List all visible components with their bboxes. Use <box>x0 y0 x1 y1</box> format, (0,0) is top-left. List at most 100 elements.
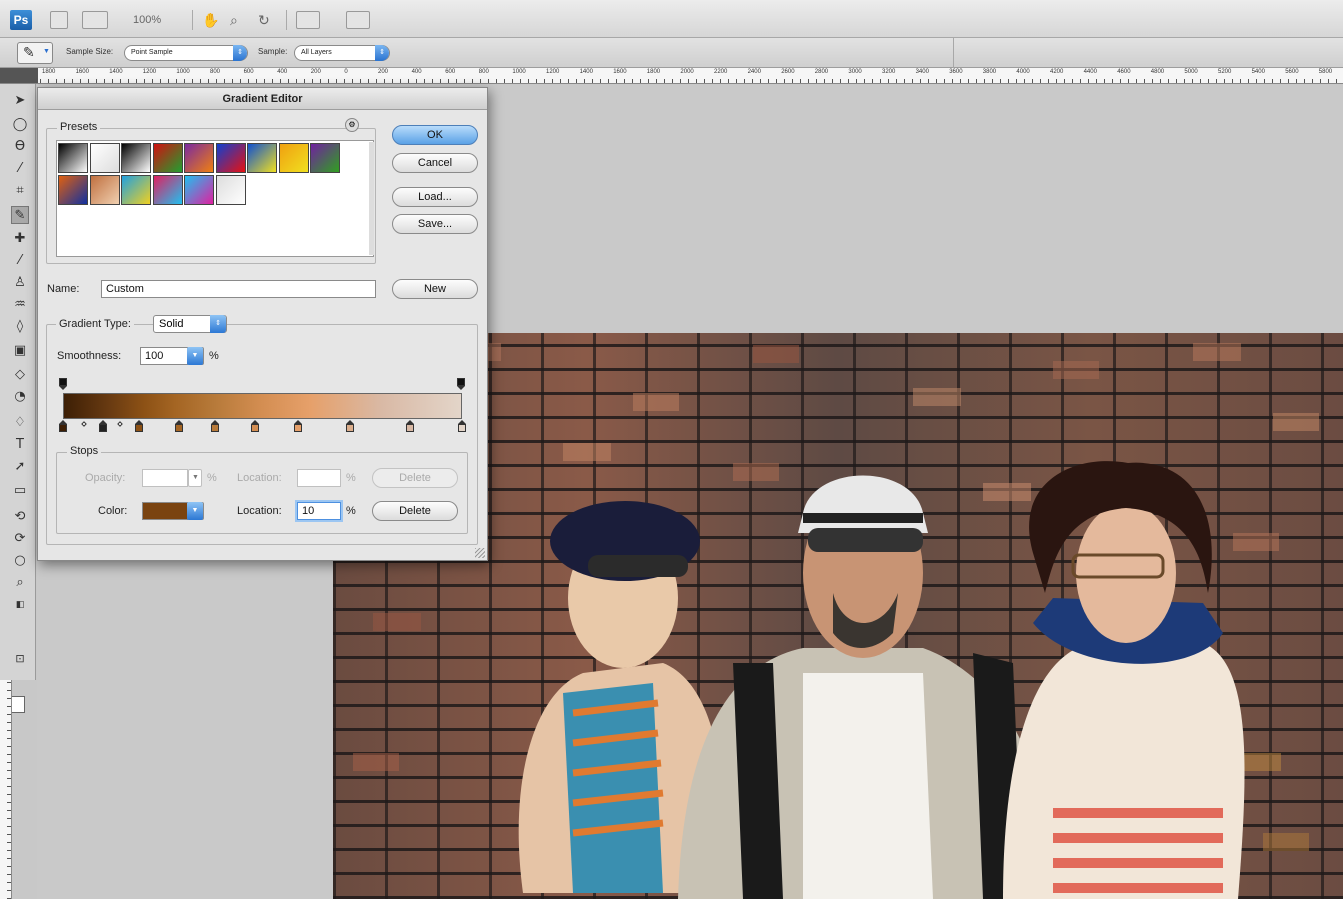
crop-tool-icon[interactable]: ⌗ <box>11 182 29 200</box>
3d-rotate-tool-icon[interactable]: ⟲ <box>11 508 29 526</box>
gradient-preset-swatch[interactable] <box>89 175 120 205</box>
color-stop[interactable] <box>134 420 143 432</box>
smoothness-slider-toggle[interactable]: ▼ <box>187 347 204 365</box>
ruler-tick-label: 400 <box>277 69 288 75</box>
sample-label: Sample: <box>258 47 288 56</box>
ruler-tick-label: 5800 <box>1318 69 1333 75</box>
color-stop[interactable] <box>174 420 183 432</box>
sample-size-select[interactable]: Point Sample ⇕ <box>124 45 248 61</box>
marquee-tool-icon[interactable]: ◯ <box>11 116 29 134</box>
new-button[interactable]: New <box>392 279 478 299</box>
shape-tool-icon[interactable]: ▭ <box>11 482 29 500</box>
gradient-preset-swatch[interactable] <box>278 143 309 173</box>
gradient-preset-swatch[interactable] <box>58 175 88 205</box>
color-stop[interactable] <box>98 420 107 432</box>
color-location-field[interactable]: 10 <box>297 502 341 520</box>
stop-color-swatch[interactable] <box>142 502 188 520</box>
cancel-button[interactable]: Cancel <box>392 153 478 173</box>
delete-opacity-stop-button[interactable]: Delete <box>372 468 458 488</box>
horizontal-ruler[interactable]: 1800 1600 1400 1200 1000 800 600 400 200 0 200 400 6… <box>0 68 1343 84</box>
gradient-preset-swatch[interactable] <box>184 143 214 173</box>
gradient-preset-swatch[interactable] <box>152 143 183 173</box>
path-selection-tool-icon[interactable]: ➚ <box>11 458 29 476</box>
save-button[interactable]: Save... <box>392 214 478 234</box>
eyedropper-tool-preset-picker[interactable]: ✎ ▼ <box>17 42 53 64</box>
eyedropper-tool-icon[interactable]: ✎ <box>11 206 29 224</box>
opacity-slider-toggle[interactable]: ▼ <box>188 469 202 487</box>
gradient-preset-swatch[interactable] <box>58 143 88 173</box>
color-label: Color: <box>98 505 128 517</box>
quick-mask-icon[interactable]: ⊡ <box>11 650 29 668</box>
blur-tool-icon[interactable]: ◇ <box>11 366 29 384</box>
history-brush-tool-icon[interactable]: ♒ <box>11 296 29 314</box>
hand-tool-icon[interactable]: ○ <box>11 552 29 570</box>
zoom-tool-icon[interactable]: ⌕ <box>11 574 29 592</box>
vertical-ruler[interactable] <box>0 680 12 899</box>
smoothness-field[interactable]: 100 <box>140 347 188 365</box>
opacity-location-field[interactable] <box>297 469 341 487</box>
ruler-tick-label: 3200 <box>882 69 896 75</box>
gradient-tool-icon[interactable]: ▣ <box>11 342 29 360</box>
gradient-preset-swatch[interactable] <box>121 175 151 205</box>
gradient-preset-swatch[interactable] <box>310 143 340 173</box>
color-stop[interactable] <box>59 420 67 432</box>
gradient-preset-swatch[interactable] <box>247 143 277 173</box>
arrange-documents-icon[interactable] <box>296 11 320 29</box>
gradient-preset-swatch[interactable] <box>215 175 246 205</box>
color-stop[interactable] <box>250 420 259 432</box>
presets-menu-icon[interactable]: ⚙ <box>345 118 359 132</box>
opacity-stop-left[interactable] <box>59 378 67 390</box>
load-button[interactable]: Load... <box>392 187 478 207</box>
brush-tool-icon[interactable]: ⁄ <box>11 252 29 270</box>
screen-mode-icon[interactable] <box>346 11 370 29</box>
color-stop[interactable] <box>458 420 466 432</box>
color-menu-toggle[interactable]: ▼ <box>187 502 204 520</box>
chevron-down-icon: ⇕ <box>233 45 247 61</box>
color-swatches[interactable] <box>8 696 36 724</box>
sample-size-value: Point Sample <box>131 49 173 56</box>
gradient-type-select[interactable]: Solid ⇕ <box>153 315 227 333</box>
presets-scrollbar[interactable] <box>369 142 374 255</box>
opacity-field[interactable] <box>142 469 188 487</box>
view-extras-icon[interactable] <box>82 11 108 29</box>
color-stop[interactable] <box>346 420 355 432</box>
rotate-view-icon[interactable]: ↻ <box>258 11 270 29</box>
gradient-preview-bar[interactable] <box>63 393 462 419</box>
hand-tool-icon[interactable]: ✋ <box>202 11 219 29</box>
ruler-tick-label: 1800 <box>646 69 661 75</box>
gradient-preset-swatch[interactable] <box>152 175 183 205</box>
eraser-tool-icon[interactable]: ◊ <box>11 318 29 336</box>
ruler-origin[interactable] <box>0 68 38 83</box>
sample-select[interactable]: All Layers ⇕ <box>294 45 390 61</box>
quick-selection-tool-icon[interactable]: ⁄ <box>11 160 29 178</box>
resize-grip[interactable] <box>475 548 485 558</box>
clone-stamp-tool-icon[interactable]: ♙ <box>11 274 29 292</box>
move-tool-icon[interactable]: ➤ <box>11 92 29 110</box>
healing-brush-tool-icon[interactable]: ✚ <box>11 230 29 248</box>
type-tool-icon[interactable]: T <box>11 436 29 454</box>
gradient-preset-swatch[interactable] <box>215 143 246 173</box>
default-colors-icon[interactable]: ◧ <box>11 596 29 614</box>
zoom-tool-icon[interactable]: ⌕ <box>230 11 238 29</box>
opacity-stop-right[interactable] <box>457 378 465 390</box>
dialog-title[interactable]: Gradient Editor <box>38 88 487 110</box>
lasso-tool-icon[interactable]: ϴ <box>11 138 29 156</box>
ruler-tick-label: 5200 <box>1218 69 1232 75</box>
ruler-tick-label: 3400 <box>915 69 929 75</box>
gradient-preset-swatch[interactable] <box>184 175 214 205</box>
pen-tool-icon[interactable]: ♢ <box>11 414 29 432</box>
bridge-icon[interactable] <box>50 11 68 29</box>
3d-orbit-tool-icon[interactable]: ⟳ <box>11 530 29 548</box>
gradient-preset-swatch[interactable] <box>121 143 151 173</box>
color-stop[interactable] <box>406 420 415 432</box>
ok-button[interactable]: OK <box>392 125 478 145</box>
gradient-preset-swatch[interactable] <box>89 143 120 173</box>
name-field[interactable]: Custom <box>101 280 376 298</box>
delete-color-stop-button[interactable]: Delete <box>372 501 458 521</box>
color-stop[interactable] <box>294 420 303 432</box>
chevron-down-icon: ▼ <box>187 502 203 520</box>
dodge-tool-icon[interactable]: ◔ <box>11 388 29 406</box>
zoom-level-dropdown[interactable]: 100% <box>133 11 181 29</box>
ruler-tick-label: 4200 <box>1050 69 1064 75</box>
color-stop[interactable] <box>210 420 219 432</box>
